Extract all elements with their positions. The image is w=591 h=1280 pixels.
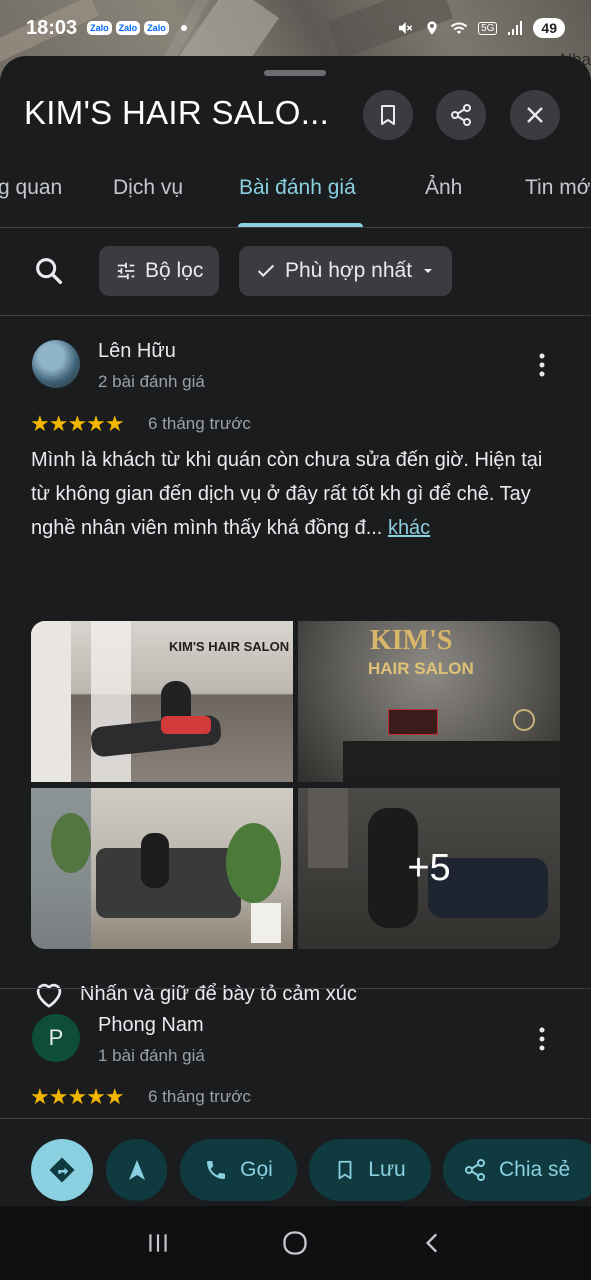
tab-updates[interactable]: Tin mớ — [525, 176, 591, 200]
share-button[interactable] — [436, 90, 486, 140]
location-icon — [427, 21, 437, 35]
reviewer-name[interactable]: Lên Hữu — [98, 340, 176, 363]
avatar[interactable]: P — [32, 1014, 80, 1062]
save-label: Lưu — [368, 1158, 406, 1181]
notification-dot-icon — [180, 25, 187, 31]
call-label: Gọi — [240, 1158, 273, 1181]
salon-logo-subtitle: HAIR SALON — [368, 659, 474, 678]
start-navigation-button[interactable] — [106, 1139, 167, 1201]
bookmark-icon — [338, 1160, 352, 1180]
place-sheet: KIM'S HAIR SALO... g quan Dịch vụ Bài đá… — [0, 56, 591, 1206]
tab-overview[interactable]: g quan — [0, 176, 62, 200]
salon-logo-text: KIM'S — [370, 625, 453, 656]
more-options-icon[interactable] — [530, 1024, 554, 1054]
filter-row: Bộ lọc Phù hợp nhất — [0, 228, 591, 316]
system-nav-bar — [0, 1206, 591, 1280]
call-button[interactable]: Gọi — [180, 1139, 297, 1201]
more-photos-count: +5 — [298, 788, 560, 949]
reaction-hint: Nhấn và giữ để bày tỏ cảm xúc — [80, 982, 357, 1005]
review-photo[interactable]: KIM'S HAIR SALON — [31, 621, 293, 782]
close-button[interactable] — [510, 90, 560, 140]
bookmark-icon — [381, 105, 395, 125]
share-icon — [451, 104, 471, 126]
battery-level: 49 — [533, 18, 565, 38]
tab-bar: g quan Dịch vụ Bài đánh giá Ảnh Tin mớ — [0, 166, 591, 228]
dropdown-arrow-icon — [424, 269, 433, 273]
wifi-icon — [450, 22, 468, 34]
reaction-button[interactable]: Nhấn và giữ để bày tỏ cảm xúc — [32, 974, 357, 1014]
tab-reviews[interactable]: Bài đánh giá — [239, 176, 356, 200]
bookmark-button[interactable] — [363, 90, 413, 140]
directions-icon — [49, 1157, 75, 1183]
sort-chip-label: Phù hợp nhất — [285, 259, 413, 282]
header: KIM'S HAIR SALO... — [0, 86, 591, 146]
sheet-drag-handle[interactable] — [264, 70, 326, 76]
navigation-arrow-icon — [128, 1160, 145, 1180]
action-bar: Gọi Lưu Chia sẻ — [0, 1118, 591, 1206]
star-rating: ★★★★★ — [30, 411, 125, 436]
zalo-notification-icon: Zalo — [87, 21, 112, 35]
share-label: Chia sẻ — [499, 1158, 571, 1181]
review-text: Mình là khách từ khi quán còn chưa sửa đ… — [31, 443, 566, 545]
search-icon[interactable] — [32, 254, 66, 288]
review-time: 6 tháng trước — [148, 1087, 251, 1106]
active-tab-indicator — [238, 223, 363, 227]
tune-icon — [117, 262, 135, 280]
filter-chip[interactable]: Bộ lọc — [99, 246, 220, 296]
mute-icon — [399, 22, 413, 34]
tab-services[interactable]: Dịch vụ — [113, 176, 183, 200]
review-photo-more[interactable]: +5 — [298, 788, 560, 949]
sort-chip[interactable]: Phù hợp nhất — [239, 246, 453, 296]
read-more-link[interactable]: khác — [388, 517, 430, 539]
review-body: Mình là khách từ khi quán còn chưa sửa đ… — [31, 449, 543, 539]
recent-apps-icon[interactable] — [145, 1230, 171, 1256]
save-button[interactable]: Lưu — [309, 1139, 431, 1201]
share-place-button[interactable]: Chia sẻ — [443, 1139, 591, 1201]
page-title: KIM'S HAIR SALO... — [24, 94, 330, 131]
reviewer-review-count: 1 bài đánh giá — [98, 1046, 205, 1065]
share-icon — [465, 1159, 485, 1181]
star-rating: ★★★★★ — [30, 1084, 125, 1109]
heart-icon — [36, 983, 62, 1008]
review-time: 6 tháng trước — [148, 414, 251, 433]
phone-icon — [207, 1161, 226, 1179]
review-photo[interactable] — [31, 788, 293, 949]
more-options-icon[interactable] — [530, 350, 554, 380]
directions-button[interactable] — [31, 1139, 93, 1201]
home-icon[interactable] — [281, 1229, 309, 1257]
status-time: 18:03 — [26, 16, 78, 39]
reviewer-name[interactable]: Phong Nam — [98, 1014, 204, 1037]
reviewer-review-count: 2 bài đánh giá — [98, 372, 205, 391]
filter-chip-label: Bộ lọc — [145, 259, 204, 282]
status-bar: 18:03 Zalo Zalo Zalo 5G 49 — [0, 0, 591, 56]
tab-photos[interactable]: Ảnh — [425, 176, 462, 200]
review-divider — [0, 988, 591, 989]
salon-sign-text: KIM'S HAIR SALON — [169, 639, 290, 654]
signal-icon — [508, 21, 523, 35]
close-icon — [527, 107, 543, 123]
review-photo[interactable]: KIM'S HAIR SALON — [298, 621, 560, 782]
avatar[interactable] — [32, 340, 80, 388]
network-type: 5G — [478, 21, 498, 35]
zalo-notification-icon: Zalo — [115, 21, 141, 35]
check-icon — [257, 264, 275, 278]
zalo-notification-icon: Zalo — [144, 21, 169, 35]
back-icon[interactable] — [420, 1230, 446, 1256]
